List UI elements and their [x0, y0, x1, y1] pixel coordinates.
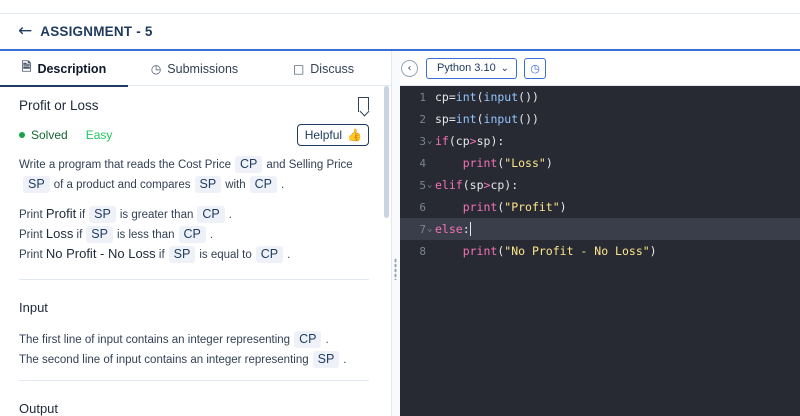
line-number: 1: [419, 90, 426, 104]
fold-arrow-icon[interactable]: ⌄: [426, 136, 435, 146]
editor-panel: ‹ Python 3.10 ⌄ ◷ 1 cp=int(input()) 2 sp…: [400, 51, 800, 416]
code-line: 8 print("No Profit - No Loss"): [400, 240, 800, 262]
helpful-button[interactable]: Helpful 👍: [296, 124, 369, 146]
input-section-title: Input: [19, 300, 48, 315]
code-line: 5 ⌄ elif(sp>cp):: [400, 174, 800, 196]
drag-handle-icon[interactable]: [394, 258, 397, 280]
code-chip: CP: [178, 226, 206, 243]
divider: [19, 279, 369, 280]
clock-icon: ◷: [150, 61, 162, 76]
line-number: 2: [419, 112, 426, 126]
tab-label: Description: [37, 61, 107, 76]
fold-arrow-icon[interactable]: ⌄: [426, 180, 435, 190]
status-row: Solved Easy Helpful 👍: [19, 124, 369, 146]
bookmark-icon[interactable]: [358, 97, 369, 112]
code-chip: CP: [197, 206, 225, 223]
page-title: ASSIGNMENT - 5: [40, 24, 153, 39]
line-number: 3: [419, 134, 426, 148]
tab-description[interactable]: 🗎 Description: [0, 51, 128, 87]
code-chip: CP: [249, 176, 278, 193]
code-chip: SP: [86, 226, 113, 243]
line-number: 8: [419, 244, 426, 258]
code-line: 3 ⌄ if(cp>sp):: [400, 130, 800, 152]
code-chip: SP: [89, 206, 116, 223]
tab-submissions[interactable]: ◷ Submissions: [128, 51, 261, 86]
code-editor[interactable]: 1 cp=int(input()) 2 sp=int(input()) 3 ⌄ i…: [400, 86, 800, 416]
status-badge: Solved: [31, 128, 68, 142]
code-line: 2 sp=int(input()): [400, 108, 800, 130]
line-number: 4: [419, 156, 426, 170]
status-dot-icon: [19, 132, 25, 138]
code-chip: CP: [294, 331, 322, 348]
document-icon: 🗎: [21, 60, 32, 74]
code-line: 4 print("Loss"): [400, 152, 800, 174]
alarm-clock-icon: ◷: [530, 61, 540, 75]
tab-label: Discuss: [310, 61, 355, 76]
page-header: ← ASSIGNMENT - 5: [0, 14, 800, 51]
editor-toolbar: ‹ Python 3.10 ⌄ ◷: [400, 51, 800, 86]
code-chip: SP: [312, 351, 340, 368]
chevron-left-icon: ‹: [407, 62, 412, 74]
code-line: 6 print("Profit"): [400, 196, 800, 218]
tab-bar: 🗎 Description ◷ Submissions □ Discuss: [0, 51, 391, 87]
line-number: 6: [419, 200, 426, 214]
code-chip: SP: [168, 246, 196, 263]
text-cursor: [469, 222, 471, 237]
top-strip: [0, 0, 800, 14]
description-panel: 🗎 Description ◷ Submissions □ Discuss Pr…: [0, 51, 391, 416]
line-number: 7: [419, 222, 426, 236]
scrollbar-thumb[interactable]: [384, 86, 389, 218]
problem-title: Profit or Loss: [19, 98, 99, 113]
code-chip: SP: [194, 176, 222, 193]
description-paragraph: Write a program that reads the Cost Pric…: [19, 156, 353, 193]
code-chip: CP: [235, 156, 263, 173]
chevron-down-icon: ⌄: [500, 62, 509, 74]
timer-button[interactable]: ◷: [524, 57, 546, 79]
fold-arrow-icon[interactable]: ⌄: [426, 224, 435, 234]
rules-paragraph: Print Profit if SP is greater than CP. Prin…: [19, 206, 291, 263]
arrow-left-icon[interactable]: ←: [18, 23, 32, 40]
code-line-active: 7 ⌄ else:: [400, 218, 800, 240]
thumbs-up-icon: 👍: [347, 128, 362, 142]
tab-discuss[interactable]: □ Discuss: [261, 51, 386, 86]
language-label: Python 3.10: [437, 62, 496, 74]
collapse-button[interactable]: ‹: [401, 59, 418, 77]
code-chip: SP: [23, 176, 50, 193]
output-section-title: Output: [19, 401, 59, 416]
panel-splitter[interactable]: [391, 51, 400, 416]
difficulty-badge: Easy: [85, 128, 113, 142]
tab-label: Submissions: [167, 61, 239, 76]
line-number: 5: [419, 178, 426, 192]
input-paragraph: The first line of input contains an inte…: [19, 331, 347, 368]
divider: [19, 380, 369, 381]
code-line: 1 cp=int(input()): [400, 86, 800, 108]
language-select[interactable]: Python 3.10 ⌄: [426, 57, 517, 79]
helpful-label: Helpful: [304, 128, 343, 142]
code-chip: CP: [255, 246, 284, 263]
chat-icon: □: [292, 61, 305, 76]
